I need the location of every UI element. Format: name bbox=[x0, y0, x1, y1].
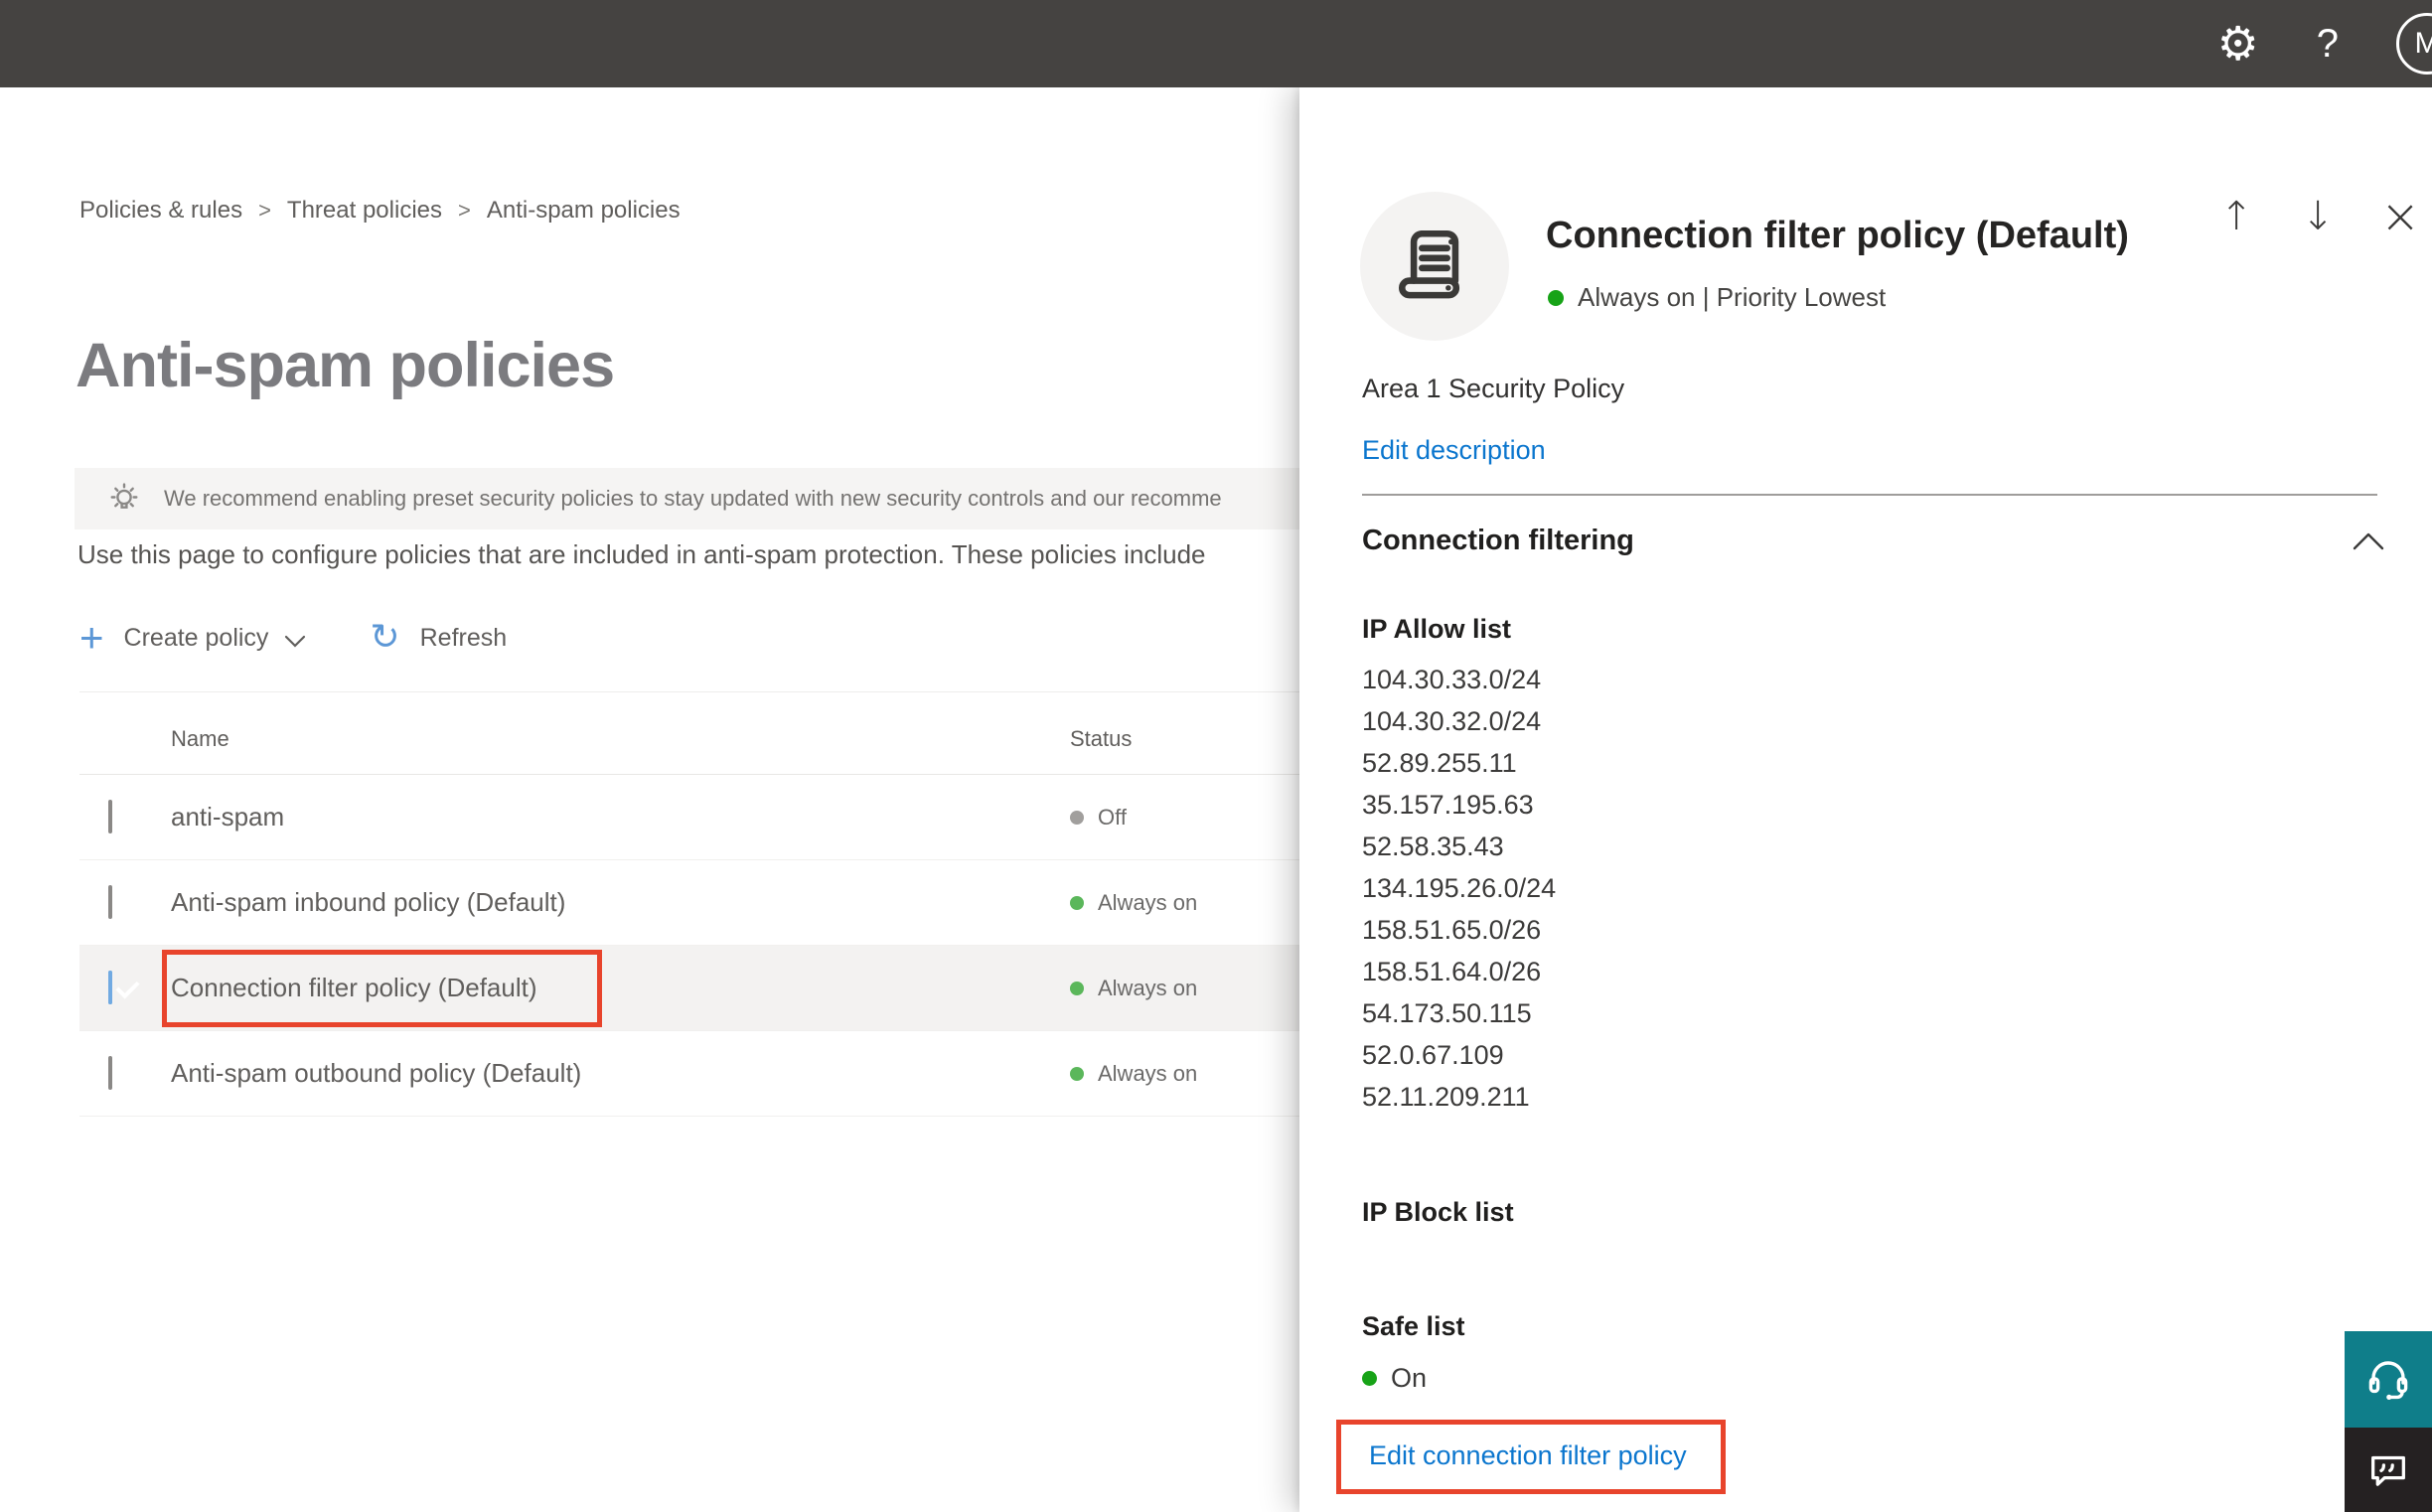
flyout-controls: ↑ ↓ × bbox=[2217, 193, 2420, 240]
previous-item-arrow-up-icon[interactable]: ↑ bbox=[2217, 197, 2255, 236]
column-header-status[interactable]: Status bbox=[1070, 726, 1299, 752]
feedback-button[interactable] bbox=[2345, 1428, 2432, 1512]
ip-allow-list: 104.30.33.0/24 104.30.32.0/24 52.89.255.… bbox=[1362, 659, 1556, 1118]
table-row[interactable]: Anti-spam inbound policy (Default) Alway… bbox=[79, 860, 1299, 946]
section-divider bbox=[1362, 494, 2377, 496]
table-row-selected[interactable]: Connection filter policy (Default) Alway… bbox=[79, 946, 1299, 1031]
flyout-title: Connection filter policy (Default) bbox=[1546, 215, 2129, 256]
breadcrumb-separator-icon: > bbox=[458, 198, 471, 223]
headset-icon bbox=[2368, 1360, 2408, 1400]
refresh-label: Refresh bbox=[419, 623, 508, 652]
banner-text: We recommend enabling preset security po… bbox=[164, 486, 1222, 511]
help-question-icon[interactable]: ? bbox=[2317, 22, 2339, 67]
policy-table: Name Status anti-spam Off Anti-spam inbo… bbox=[79, 703, 1299, 1117]
ip-address: 134.195.26.0/24 bbox=[1362, 873, 1557, 903]
ip-address: 52.0.67.109 bbox=[1362, 1040, 1504, 1070]
support-button[interactable] bbox=[2345, 1331, 2432, 1428]
feedback-comment-icon bbox=[2371, 1455, 2405, 1486]
flyout-status-text: Always on | Priority Lowest bbox=[1578, 282, 1887, 312]
refresh-button[interactable]: ↻ Refresh bbox=[306, 620, 507, 656]
breadcrumb-separator-icon: > bbox=[258, 198, 271, 223]
policy-icon-circle bbox=[1360, 192, 1509, 341]
status-dot-on bbox=[1070, 895, 1084, 910]
table-header-row: Name Status bbox=[79, 703, 1299, 775]
status-dot-on bbox=[1070, 1066, 1084, 1081]
policy-name: Connection filter policy (Default) bbox=[171, 973, 537, 1002]
status-label: Off bbox=[1098, 804, 1127, 830]
recommendation-banner: We recommend enabling preset security po… bbox=[75, 468, 1299, 529]
status-dot-on bbox=[1362, 1371, 1377, 1386]
status-cell: Off bbox=[1070, 805, 1299, 831]
status-cell: Always on bbox=[1070, 890, 1299, 916]
safe-list-status-line: On bbox=[1362, 1363, 1427, 1394]
table-top-divider bbox=[79, 691, 1299, 692]
edit-connection-filter-policy-link[interactable]: Edit connection filter policy bbox=[1369, 1440, 1687, 1471]
edit-description-link[interactable]: Edit description bbox=[1362, 435, 1546, 466]
refresh-icon: ↻ bbox=[370, 617, 400, 658]
top-app-bar: ⚙ ? M bbox=[0, 0, 2432, 87]
status-dot-off bbox=[1070, 810, 1084, 825]
policy-name: Anti-spam inbound policy (Default) bbox=[171, 887, 566, 917]
flyout-status-line: Always on | Priority Lowest bbox=[1548, 282, 1886, 313]
next-item-arrow-down-icon[interactable]: ↓ bbox=[2299, 197, 2337, 236]
create-policy-button[interactable]: + Create policy bbox=[79, 617, 306, 659]
table-row[interactable]: Anti-spam outbound policy (Default) Alwa… bbox=[79, 1031, 1299, 1117]
status-cell: Always on bbox=[1070, 976, 1299, 1001]
breadcrumb-anti-spam-policies[interactable]: Anti-spam policies bbox=[487, 197, 681, 225]
status-dot-on bbox=[1548, 289, 1564, 306]
breadcrumb-threat-policies[interactable]: Threat policies bbox=[287, 197, 442, 225]
lightbulb-icon bbox=[110, 483, 138, 509]
page: ⚙ ? M Policies & rules > Threat policies… bbox=[0, 0, 2432, 1512]
table-row[interactable]: anti-spam Off bbox=[79, 775, 1299, 860]
status-label: Always on bbox=[1098, 1060, 1198, 1086]
ip-address: 52.11.209.211 bbox=[1362, 1082, 1530, 1112]
breadcrumb-policies-rules[interactable]: Policies & rules bbox=[79, 197, 242, 225]
toolbar: + Create policy ↻ Refresh bbox=[79, 612, 507, 664]
connection-filtering-section-header: Connection filtering bbox=[1362, 525, 1634, 556]
ip-address: 35.157.195.63 bbox=[1362, 790, 1534, 820]
chevron-down-icon bbox=[285, 635, 306, 648]
safe-list-header: Safe list bbox=[1362, 1311, 1465, 1341]
policy-name: Anti-spam outbound policy (Default) bbox=[171, 1058, 582, 1088]
ip-address: 158.51.64.0/26 bbox=[1362, 957, 1542, 986]
row-checkbox[interactable] bbox=[108, 1056, 112, 1090]
policy-name: anti-spam bbox=[171, 802, 285, 832]
row-checkbox-checked[interactable] bbox=[108, 971, 112, 1004]
plus-icon: + bbox=[79, 614, 104, 661]
close-icon[interactable]: × bbox=[2380, 193, 2420, 240]
settings-gear-icon[interactable]: ⚙ bbox=[2217, 21, 2259, 68]
policy-details-flyout: ↑ ↓ × Connection filter policy (Default) bbox=[1299, 87, 2432, 1512]
create-policy-label: Create policy bbox=[123, 623, 269, 652]
status-dot-on bbox=[1070, 981, 1084, 995]
row-checkbox[interactable] bbox=[108, 800, 112, 833]
ip-block-list-header: IP Block list bbox=[1362, 1197, 1514, 1227]
ip-address: 158.51.65.0/26 bbox=[1362, 915, 1542, 945]
status-cell: Always on bbox=[1070, 1061, 1299, 1087]
ip-address: 54.173.50.115 bbox=[1362, 998, 1532, 1028]
ip-address: 104.30.32.0/24 bbox=[1362, 706, 1542, 736]
main-content: Policies & rules > Threat policies > Ant… bbox=[0, 87, 1299, 1512]
column-header-name[interactable]: Name bbox=[171, 726, 1070, 752]
scroll-policy-icon bbox=[1399, 230, 1460, 299]
account-avatar[interactable]: M bbox=[2396, 13, 2432, 75]
breadcrumb: Policies & rules > Threat policies > Ant… bbox=[79, 197, 681, 225]
status-label: Always on bbox=[1098, 889, 1198, 915]
policy-description: Area 1 Security Policy bbox=[1362, 374, 1625, 403]
ip-allow-list-header: IP Allow list bbox=[1362, 614, 1512, 644]
topbar-icon-group: ⚙ ? M bbox=[2217, 0, 2432, 87]
status-label: Always on bbox=[1098, 975, 1198, 1000]
row-checkbox[interactable] bbox=[108, 885, 112, 919]
ip-address: 104.30.33.0/24 bbox=[1362, 665, 1542, 694]
ip-address: 52.89.255.11 bbox=[1362, 748, 1517, 778]
page-title: Anti-spam policies bbox=[76, 331, 615, 400]
chevron-up-icon[interactable] bbox=[2353, 532, 2384, 550]
safe-list-status-label: On bbox=[1391, 1363, 1428, 1393]
page-description: Use this page to configure policies that… bbox=[77, 539, 1206, 569]
ip-address: 52.58.35.43 bbox=[1362, 832, 1504, 861]
